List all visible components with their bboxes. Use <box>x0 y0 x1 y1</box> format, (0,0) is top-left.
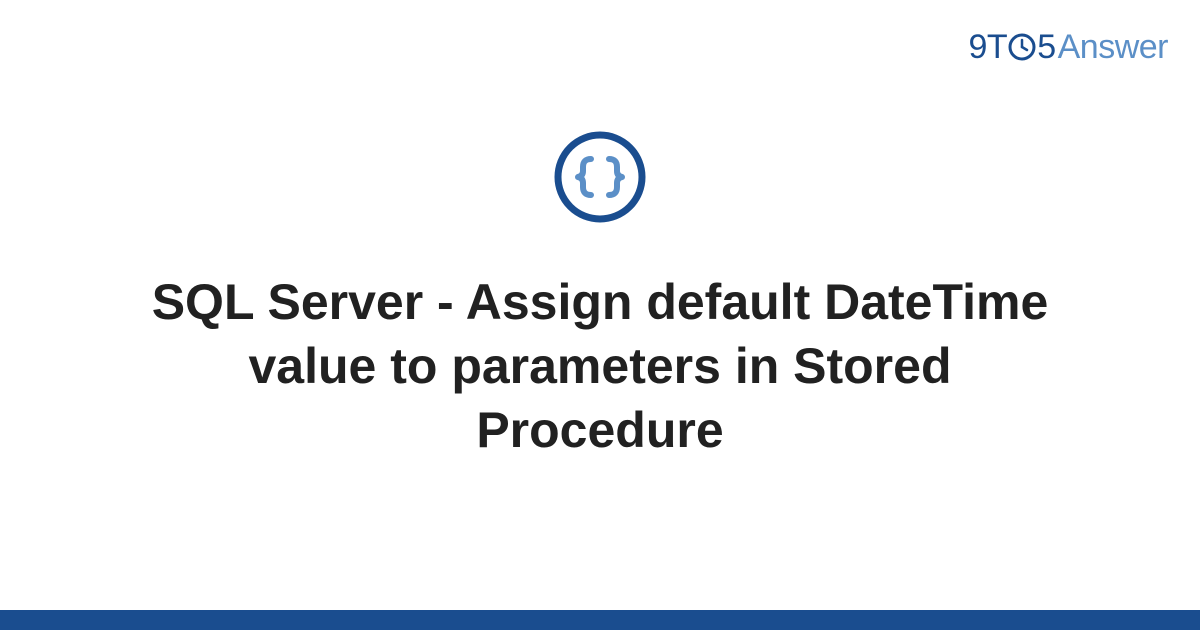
footer-accent-bar <box>0 610 1200 630</box>
content-area: SQL Server - Assign default DateTime val… <box>0 0 1200 630</box>
page-title: SQL Server - Assign default DateTime val… <box>100 270 1100 462</box>
code-braces-icon <box>552 129 648 230</box>
